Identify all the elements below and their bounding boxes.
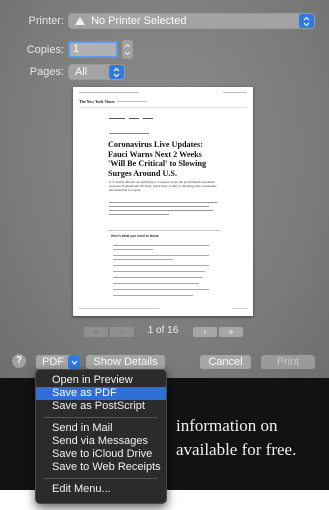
menu-item-save-as-postscript[interactable]: Save as PostScript [36,400,166,413]
next-page-button[interactable]: › [193,327,217,337]
preview-text-line [109,202,217,203]
previous-page-button[interactable]: ‹ [110,327,134,337]
preview-nav-line [143,118,153,119]
preview-bullet-line [113,265,209,266]
preview-site-header: The New York Times [79,99,115,104]
preview-kicker-line [109,133,149,134]
preview-body: U.S. health officials are testifying to … [109,180,217,193]
preview-bullet-line [113,295,193,296]
preview-section-title: Here's what you need to know: [111,234,160,238]
preview-bullet-line [113,255,209,256]
pdf-dropdown-menu: Open in Preview Save as PDF Save as Post… [35,369,167,504]
menu-separator [44,478,158,479]
menu-item-send-in-mail[interactable]: Send in Mail [36,422,166,435]
copies-input[interactable]: 1 [68,41,118,58]
stepper-arrows-icon [124,43,131,56]
preview-footer-line [79,308,159,309]
preview-nav-line [129,118,139,119]
print-button[interactable]: Print [261,355,315,369]
preview-header-line [117,101,147,102]
warning-icon [75,17,85,25]
last-page-button[interactable]: » [219,327,243,337]
chevron-down-icon [68,355,80,369]
copies-label: Copies: [26,44,64,56]
menu-item-open-in-preview[interactable]: Open in Preview [36,374,166,387]
preview-box-top [107,230,221,231]
printer-select[interactable]: No Printer Selected [68,13,315,29]
copies-stepper[interactable] [122,40,133,59]
preview-text-line [109,210,213,211]
background-text-line-2: available for free. [176,440,297,459]
first-page-button[interactable]: « [84,327,108,337]
menu-item-send-via-messages[interactable]: Send via Messages [36,435,166,448]
preview-nav-line [109,118,125,119]
preview-bullet-line [113,259,173,260]
preview-header-line [223,92,247,93]
pages-select-value: All [75,66,88,78]
printer-label: Printer: [28,15,64,27]
background-text-line-1: information on [176,416,278,435]
pages-select[interactable]: All [68,64,125,80]
menu-item-save-as-pdf[interactable]: Save as PDF [36,387,166,400]
preview-header-line [79,92,139,93]
menu-item-save-to-web-receipts[interactable]: Save to Web Receipts [36,461,166,474]
pdf-button-label: PDF [42,356,64,368]
printer-select-value: No Printer Selected [91,15,187,27]
menu-item-save-to-icloud-drive[interactable]: Save to iCloud Drive [36,448,166,461]
chevron-updown-icon [299,14,314,28]
page-count: 1 of 16 [147,325,179,336]
help-button[interactable]: ? [12,354,26,368]
preview-headline: Coronavirus Live Updates: Fauci Warns Ne… [108,140,207,178]
preview-bullet-line [113,271,205,272]
pdf-menu-button[interactable]: PDF [36,355,80,369]
preview-footer-line [233,308,247,309]
chevron-updown-icon [109,65,124,79]
preview-text-line [109,214,169,215]
preview-text-line [109,206,209,207]
preview-bullet-line [113,245,209,246]
menu-separator [44,417,158,418]
preview-divider [79,107,247,108]
show-details-button[interactable]: Show Details [86,355,165,369]
preview-bullet-line [113,283,199,284]
pages-label: Pages: [29,66,64,78]
page-preview: The New York Times Coronavirus Live Upda… [73,87,253,316]
preview-bullet-line [113,277,203,278]
preview-bullet-line [113,289,209,290]
preview-bullet-line [113,249,153,250]
menu-item-edit-menu[interactable]: Edit Menu... [36,483,166,496]
cancel-button[interactable]: Cancel [200,355,251,369]
